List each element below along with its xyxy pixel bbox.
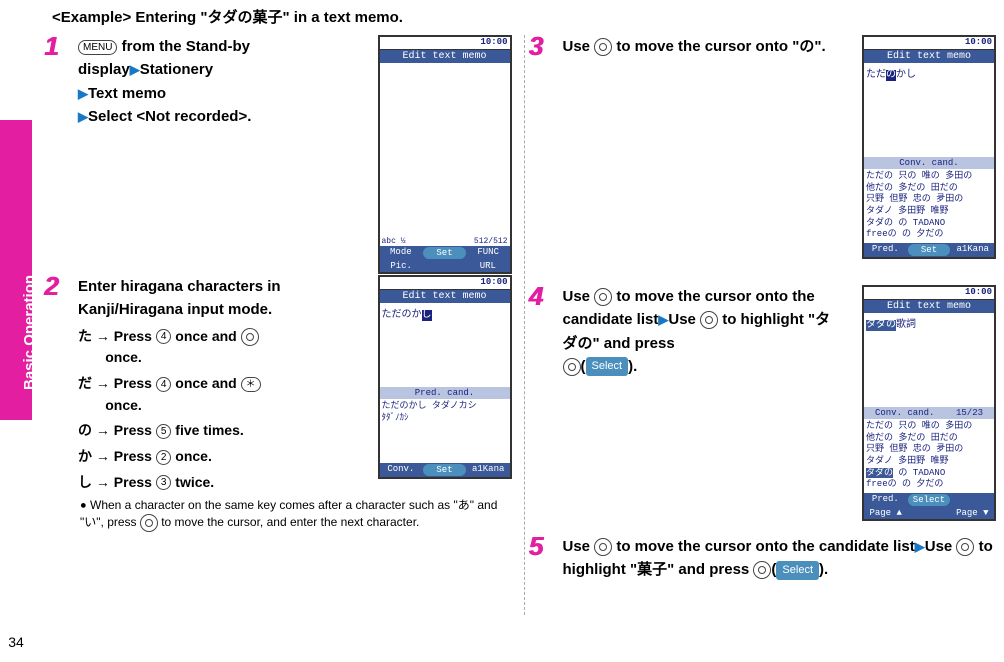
key-2-icon: 2 <box>156 450 172 465</box>
right-triangle-icon: ▶ <box>78 86 88 101</box>
step-number-2: 2 <box>44 271 58 302</box>
right-triangle-icon: ▶ <box>78 109 88 124</box>
menu-key-icon: MENU <box>78 40 117 55</box>
key-5-icon: 5 <box>156 424 172 439</box>
phone-screenshot-2: 10:00 Edit text memo ただのかし Pred. cand. た… <box>378 275 512 479</box>
key-star-icon: ＊ <box>241 377 261 392</box>
right-triangle-icon: ▶ <box>915 539 925 554</box>
candidate-list: ただの 只の 唯の 多田の 他だの 多だの 田だの 只野 但野 忠の 夛田の タ… <box>864 419 994 493</box>
select-softkey: Select <box>776 561 819 580</box>
dial-key-icon <box>594 38 612 56</box>
select-softkey: Select <box>586 357 629 376</box>
example-title: <Example> Entering "タダの菓子" in a text mem… <box>52 6 996 27</box>
key-4-icon: 4 <box>156 377 172 392</box>
section-tab-label: Basic Operation <box>21 275 38 390</box>
input-preview: タダの歌詞 <box>866 320 916 331</box>
input-preview: ただのかし <box>866 70 916 81</box>
dial-key-icon <box>563 358 581 376</box>
dial-key-icon <box>956 538 974 556</box>
dial-key-icon <box>753 561 771 579</box>
phone-screenshot-3: 10:00 Edit text memo ただのかし Conv. cand. た… <box>862 35 996 259</box>
right-triangle-icon: ▶ <box>130 62 140 77</box>
step-2-note: ● When a character on the same key comes… <box>80 497 512 531</box>
dial-key-icon <box>594 538 612 556</box>
step-4-body: Use to move the cursor onto the candidat… <box>563 285 843 378</box>
column-divider <box>524 35 525 615</box>
dial-key-icon <box>700 311 718 329</box>
step-3-body: Use to move the cursor onto "の". <box>563 35 833 58</box>
step-5-body: Use to move the cursor onto the candidat… <box>563 535 997 582</box>
dial-key-icon <box>594 288 612 306</box>
step-number-1: 1 <box>44 31 58 62</box>
phone-screenshot-4: 10:00 Edit text memo タダの歌詞 Conv. cand. 1… <box>862 285 996 521</box>
input-preview: ただのかし <box>382 310 432 321</box>
step-number-3: 3 <box>529 31 543 62</box>
phone-screenshot-1: 10:00 Edit text memo abc ½512/512 ModeSe… <box>378 35 512 274</box>
dial-key-icon <box>140 514 158 532</box>
dial-key-icon <box>241 328 259 346</box>
key-3-icon: 3 <box>156 475 172 490</box>
step-number-4: 4 <box>529 281 543 312</box>
page-number: 34 <box>0 622 32 662</box>
step-number-5: 5 <box>529 531 543 562</box>
right-triangle-icon: ▶ <box>658 312 668 327</box>
step-1-body: MENU from the Stand-by display▶Stationer… <box>78 35 368 128</box>
key-4-icon: 4 <box>156 329 172 344</box>
step-2-body: Enter hiragana characters in Kanji/Hirag… <box>78 275 368 493</box>
section-tab: Basic Operation <box>0 120 32 420</box>
